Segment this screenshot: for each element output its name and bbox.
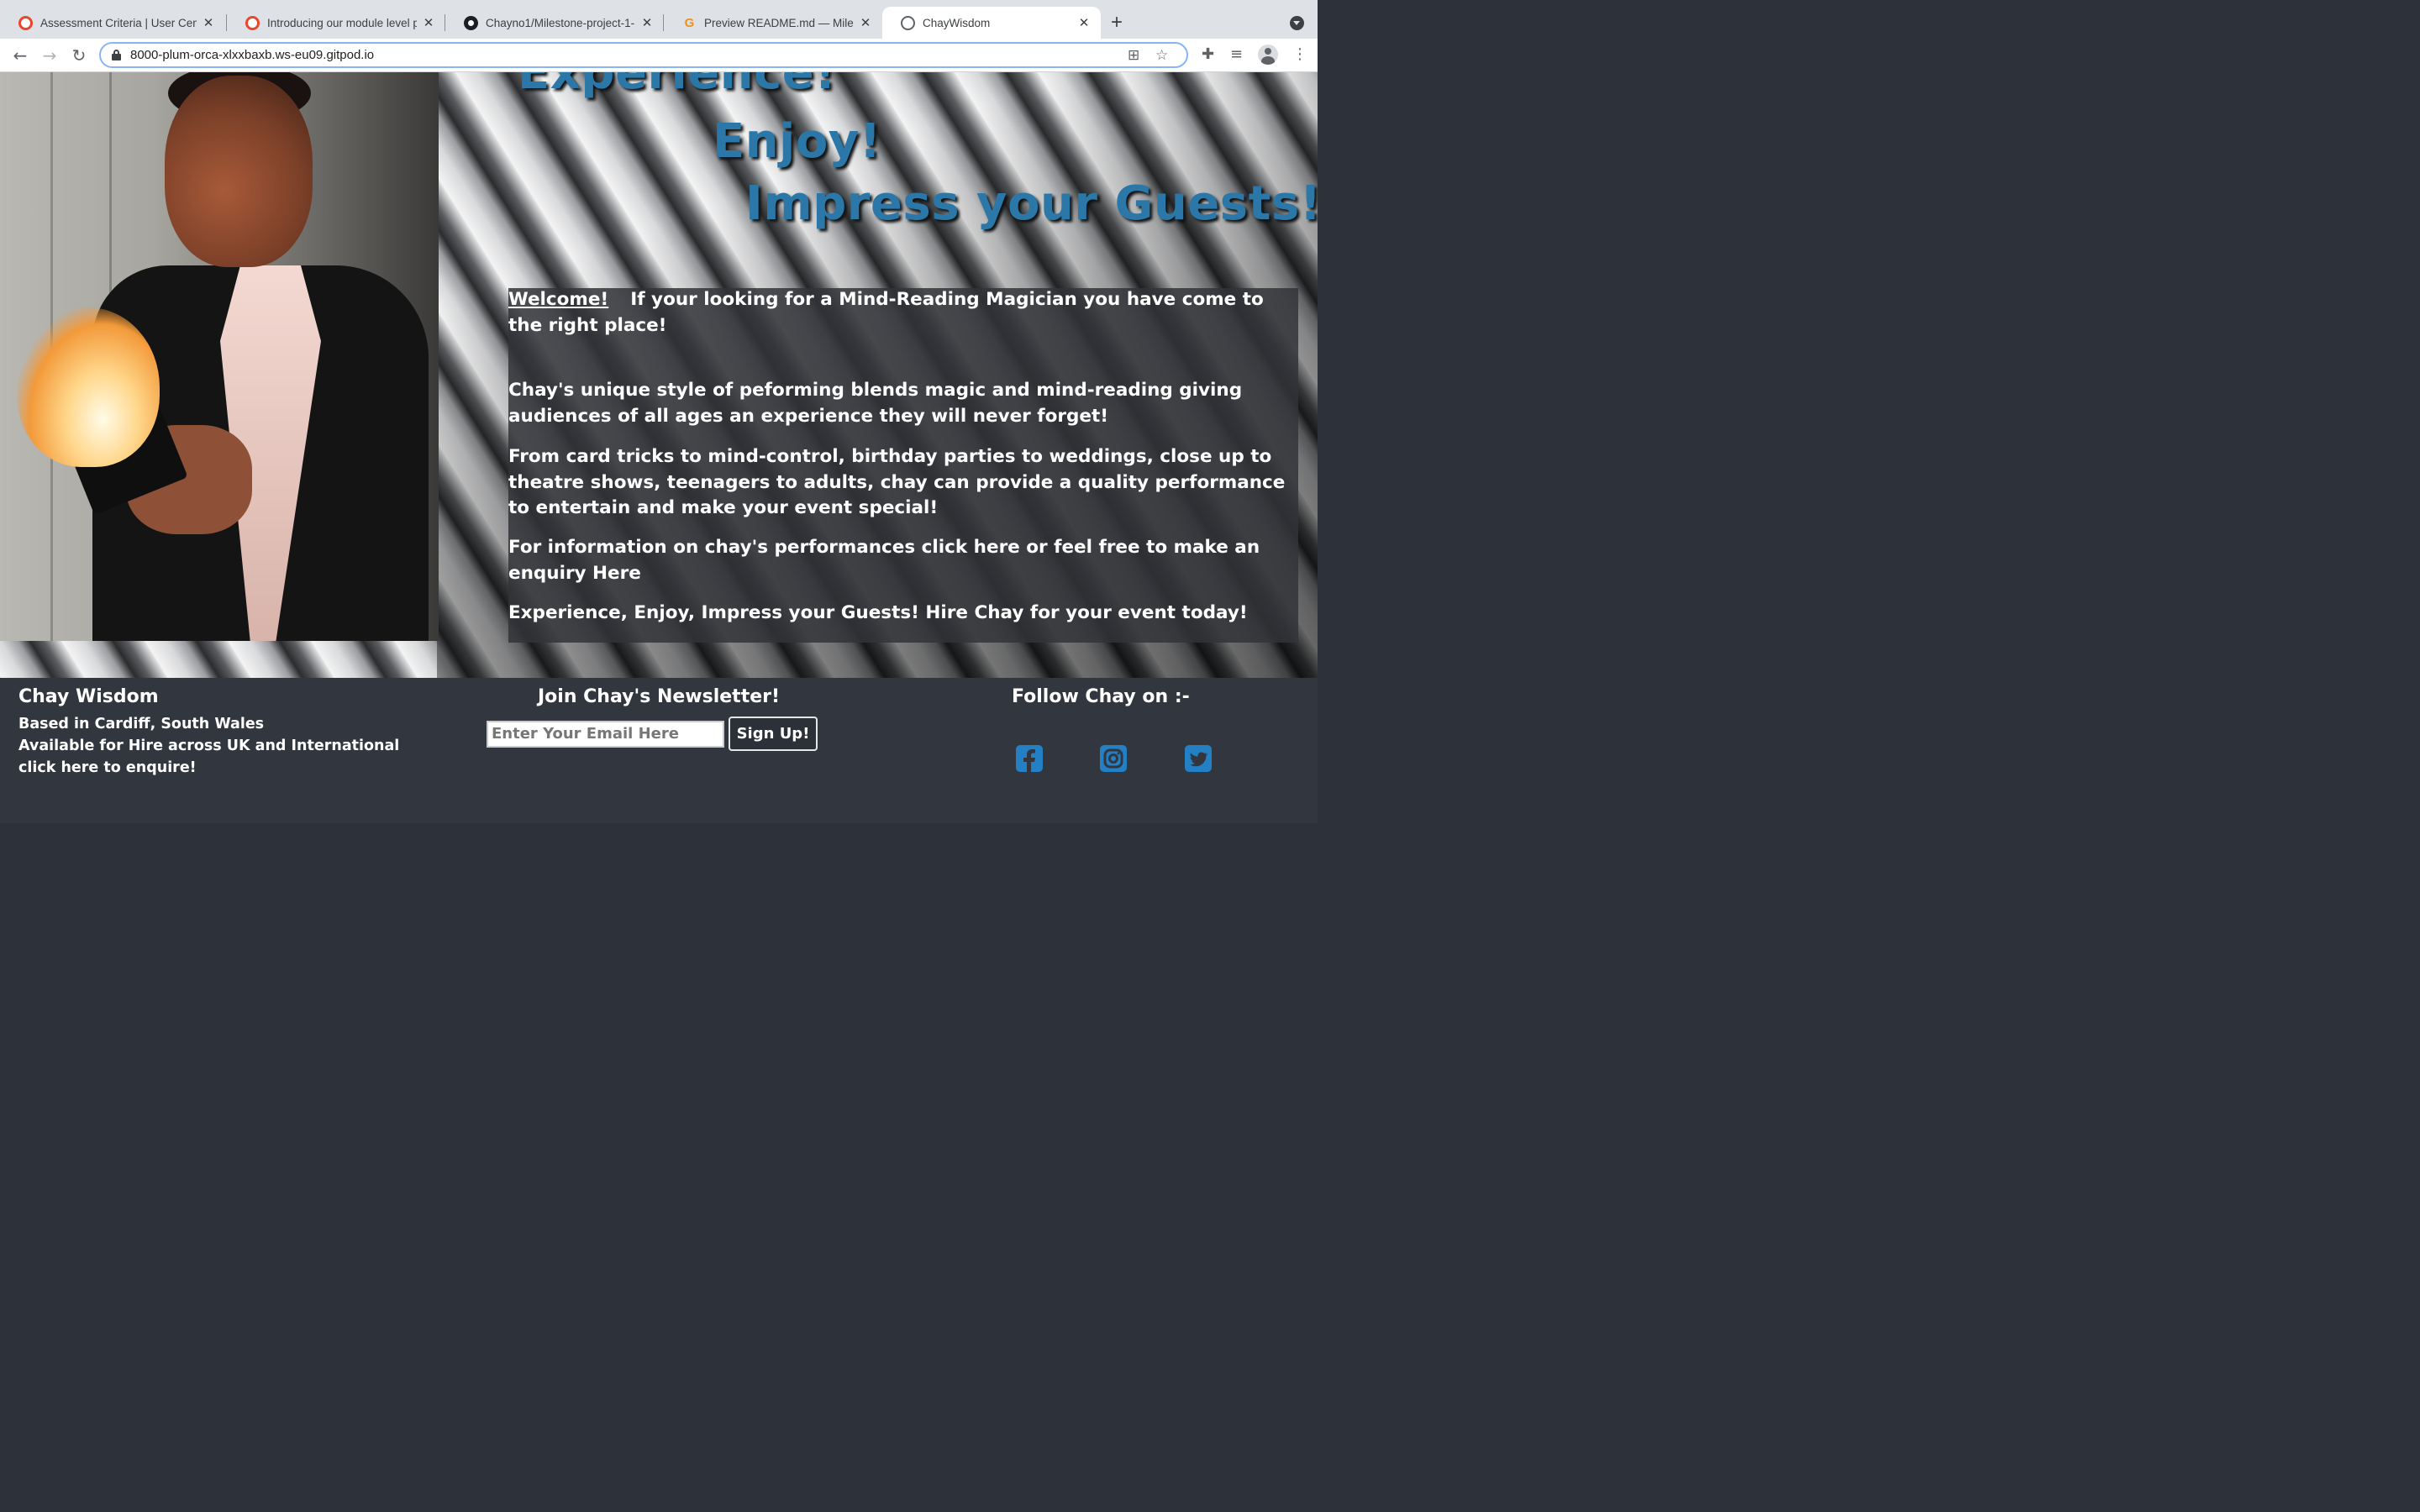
lock-icon xyxy=(112,50,121,60)
github-icon xyxy=(464,15,478,30)
intro-paragraph: Chay's unique style of peforming blends … xyxy=(508,380,1243,427)
instagram-icon[interactable] xyxy=(1100,745,1127,772)
close-icon[interactable]: ✕ xyxy=(1077,15,1091,30)
tab-title: Preview README.md — Milesto xyxy=(704,16,854,29)
code-institute-icon xyxy=(245,15,260,30)
browser-tab-introducing[interactable]: Introducing our module level pr ✕ xyxy=(227,7,445,39)
footer-availability: Available for Hire across UK and Interna… xyxy=(18,738,400,754)
services-paragraph: From card tricks to mind-control, birthd… xyxy=(508,446,1286,518)
bookmark-star-icon[interactable]: ☆ xyxy=(1155,47,1168,64)
newsletter-email-input[interactable]: Enter Your Email Here xyxy=(487,721,724,748)
welcome-text: If your looking for a Mind-Reading Magic… xyxy=(508,289,1264,336)
forward-arrow-icon[interactable]: → xyxy=(38,44,61,67)
footer-brand: Chay Wisdom xyxy=(18,686,159,707)
enquiry-paragraph[interactable]: For information on chay's performances c… xyxy=(508,535,1302,586)
tab-title: Chayno1/Milestone-project-1-M xyxy=(486,16,635,29)
close-icon[interactable]: ✕ xyxy=(859,15,872,30)
extensions-puzzle-icon[interactable]: ✚ xyxy=(1202,45,1214,63)
footer-enquire-link[interactable]: click here to enquire! xyxy=(18,759,197,776)
browser-tab-strip: Assessment Criteria | User Cen ✕ Introdu… xyxy=(0,0,1318,39)
address-bar[interactable]: 8000-plum-orca-xlxxbaxb.ws-eu09.gitpod.i… xyxy=(99,42,1188,68)
close-icon[interactable]: ✕ xyxy=(640,15,654,30)
globe-icon xyxy=(901,15,915,30)
follow-title: Follow Chay on :- xyxy=(1012,686,1190,707)
web-page: Experience! Enjoy! Impress your Guests! … xyxy=(0,72,1318,823)
welcome-content-box: Welcome! If your looking for a Mind-Readi… xyxy=(508,288,1298,643)
new-tab-button[interactable]: + xyxy=(1111,11,1123,34)
reload-icon[interactable]: ↻ xyxy=(67,44,91,67)
code-institute-icon xyxy=(18,15,33,30)
welcome-paragraph: Welcome! If your looking for a Mind-Readi… xyxy=(508,287,1302,339)
twitter-icon[interactable] xyxy=(1185,745,1212,772)
tab-title: Introducing our module level pr xyxy=(267,16,417,29)
facebook-icon[interactable] xyxy=(1016,745,1043,772)
url-text[interactable]: 8000-plum-orca-xlxxbaxb.ws-eu09.gitpod.i… xyxy=(130,48,374,62)
cta-paragraph: Experience, Enjoy, Impress your Guests! … xyxy=(508,602,1248,623)
tab-title: Assessment Criteria | User Cen xyxy=(40,16,197,29)
browser-tab-assessment[interactable]: Assessment Criteria | User Cen ✕ xyxy=(0,7,225,39)
headline-experience: Experience! xyxy=(518,72,837,100)
browser-tab-github[interactable]: Chayno1/Milestone-project-1-M ✕ xyxy=(445,7,664,39)
newsletter-title: Join Chay's Newsletter! xyxy=(538,686,781,707)
profile-avatar-icon[interactable] xyxy=(1258,45,1278,65)
site-footer: Chay Wisdom Based in Cardiff, South Wale… xyxy=(0,678,1318,823)
tab-title: ChayWisdom xyxy=(923,16,991,29)
back-arrow-icon[interactable]: ← xyxy=(8,44,32,67)
magician-photo xyxy=(0,72,439,641)
welcome-label: Welcome! xyxy=(508,289,609,310)
browser-tab-readme[interactable]: G Preview README.md — Milesto ✕ xyxy=(664,7,882,39)
close-icon[interactable]: ✕ xyxy=(202,15,215,30)
browser-toolbar: ← → ↻ 8000-plum-orca-xlxxbaxb.ws-eu09.gi… xyxy=(0,39,1318,72)
tab-search-icon[interactable] xyxy=(1290,16,1304,30)
footer-location: Based in Cardiff, South Wales xyxy=(18,716,265,732)
headline-impress: Impress your Guests! xyxy=(745,176,1318,231)
signup-button[interactable]: Sign Up! xyxy=(729,717,818,751)
qr-code-icon[interactable]: ⊞ xyxy=(1128,47,1139,64)
close-icon[interactable]: ✕ xyxy=(422,15,435,30)
menu-kebab-icon[interactable]: ⋮ xyxy=(1292,45,1307,63)
browser-tab-chaywisdom[interactable]: ChayWisdom ✕ xyxy=(882,7,1101,39)
headline-enjoy: Enjoy! xyxy=(713,114,881,169)
reading-list-icon[interactable]: ≡ xyxy=(1230,45,1243,63)
gitpod-icon: G xyxy=(684,15,695,30)
